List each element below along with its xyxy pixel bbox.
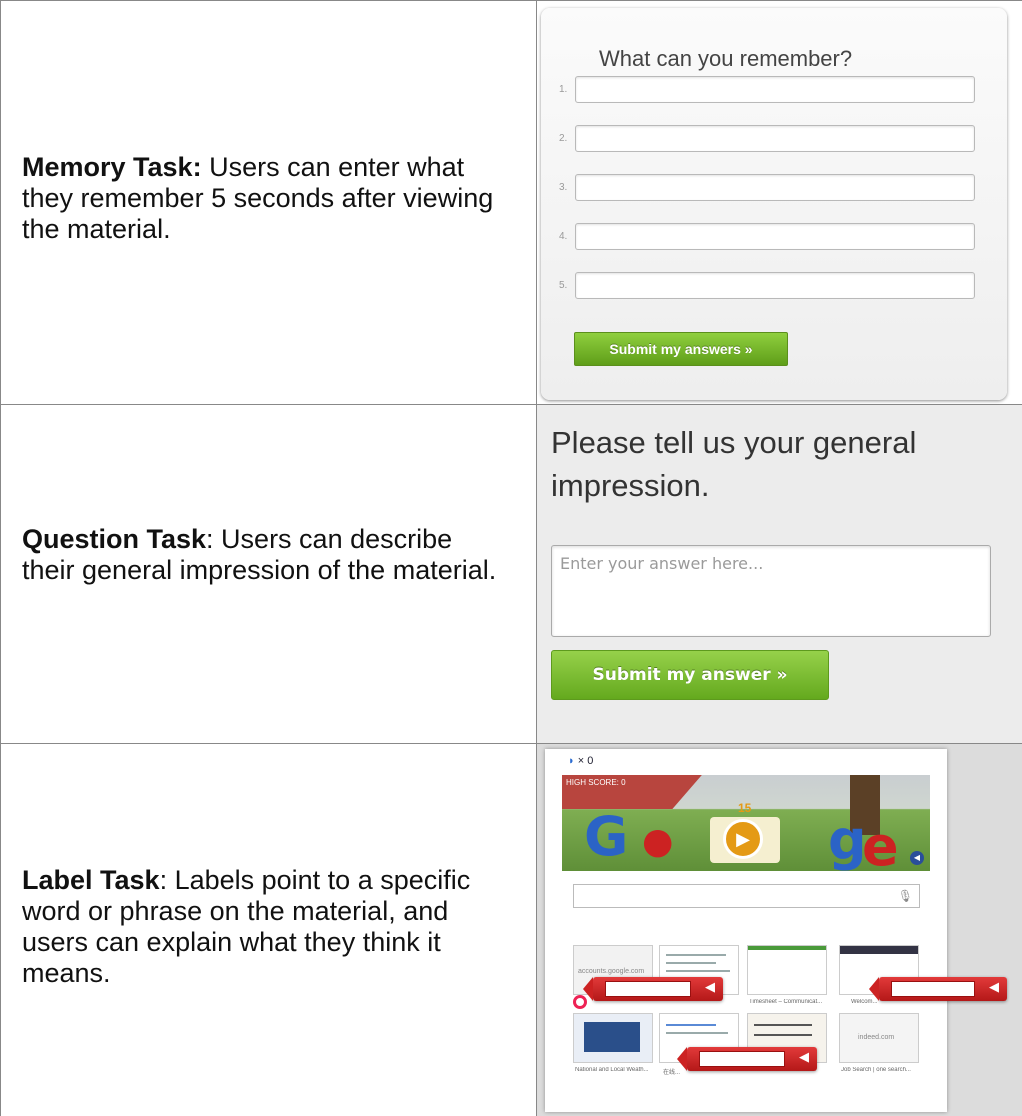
label-callout[interactable]: ◀ xyxy=(677,1047,817,1071)
speaker-icon[interactable]: ◀ xyxy=(910,851,924,865)
impression-answer-textarea[interactable] xyxy=(551,545,991,637)
lives-count: × 0 xyxy=(577,755,594,767)
memory-answer-input-2[interactable] xyxy=(575,125,975,152)
question-task-panel: Please tell us your general impression. … xyxy=(537,405,1022,743)
pacman-icon: ◗ xyxy=(568,755,575,767)
memory-answer-input-3[interactable] xyxy=(575,174,975,201)
doodle-letter-g-icon: G xyxy=(584,805,629,868)
thumbnail-caption: Timesheet – Communicat... xyxy=(749,999,823,1005)
doodle-letter-o-icon: ● xyxy=(642,821,674,862)
microphone-icon[interactable]: 🎙 xyxy=(898,889,913,903)
submit-answers-button[interactable]: Submit my answers » xyxy=(574,332,788,366)
thumbnail-tile[interactable] xyxy=(573,1013,653,1063)
thumbnail-caption: Job Search | one search... xyxy=(841,1067,911,1073)
answer-number: 3. xyxy=(559,182,568,193)
arrow-left-icon: ◀ xyxy=(705,979,715,994)
submit-answer-button[interactable]: Submit my answer » xyxy=(551,650,829,700)
google-doodle: HIGH SCORE: 0 G ● 15 ▶ g e ◀ xyxy=(562,775,930,871)
memory-answer-input-1[interactable] xyxy=(575,76,975,103)
thumbnail-text-line xyxy=(754,1024,812,1026)
thumbnail-text-line xyxy=(666,1024,716,1026)
doodle-letter-e-icon: e xyxy=(862,815,899,871)
play-icon[interactable]: ▶ xyxy=(723,819,763,859)
thumbnail-text-line xyxy=(666,962,716,964)
cake-number: 15 xyxy=(738,801,752,815)
row-divider xyxy=(0,0,1022,1)
thumbnail-domain: accounts.google.com xyxy=(578,968,645,975)
material-screenshot: ◗ × 0 HIGH SCORE: 0 G ● 15 ▶ g e ◀ 🎙 acc… xyxy=(545,749,1007,1112)
question-task-title: Question Task xyxy=(22,524,207,554)
label-callout[interactable]: ◀ xyxy=(583,977,723,1001)
label-callout[interactable]: ◀ xyxy=(869,977,1007,1001)
memory-answer-input-4[interactable] xyxy=(575,223,975,250)
memory-heading: What can you remember? xyxy=(599,46,853,71)
question-task-description: Question Task: Users can describe their … xyxy=(22,524,512,586)
thumbnail-tile[interactable] xyxy=(747,945,827,995)
memory-task-description: Memory Task: Users can enter what they r… xyxy=(22,152,512,245)
high-score: HIGH SCORE: 0 xyxy=(566,778,626,787)
search-box[interactable]: 🎙 xyxy=(573,884,920,908)
memory-task-panel: What can you remember? 1. 2. 3. 4. 5. Su… xyxy=(541,8,1007,400)
label-task-title: Label Task xyxy=(22,865,160,895)
thumbnail-domain: indeed.com xyxy=(858,1034,895,1041)
answer-number: 4. xyxy=(559,231,568,242)
thumbnail-caption: National and Local Weath... xyxy=(575,1067,649,1073)
thumbnail-text-line xyxy=(666,1032,728,1034)
thumbnail-header-bar xyxy=(748,946,826,950)
table-border-left xyxy=(0,0,1,1116)
answer-number: 5. xyxy=(559,280,568,291)
thumbnail-text-line xyxy=(666,954,726,956)
thumbnail-image xyxy=(584,1022,640,1052)
thumbnail-text-line xyxy=(666,970,730,972)
label-answer-field[interactable] xyxy=(605,981,691,997)
thumbnail-header-bar xyxy=(840,946,918,954)
answer-number: 2. xyxy=(559,133,568,144)
lives-counter: ◗ × 0 xyxy=(568,755,593,767)
label-target-marker xyxy=(573,995,587,1009)
question-heading: Please tell us your general impression. xyxy=(551,425,917,503)
thumbnail-tile[interactable]: indeed.com xyxy=(839,1013,919,1063)
label-task-description: Label Task: Labels point to a specific w… xyxy=(22,865,512,989)
memory-answer-input-5[interactable] xyxy=(575,272,975,299)
label-answer-field[interactable] xyxy=(891,981,975,997)
doodle-letter-g2-icon: g xyxy=(828,809,867,871)
label-answer-field[interactable] xyxy=(699,1051,785,1067)
arrow-left-icon: ◀ xyxy=(799,1049,809,1064)
memory-task-title: Memory Task: xyxy=(22,152,202,182)
answer-number: 1. xyxy=(559,84,568,95)
thumbnail-text-line xyxy=(754,1034,812,1036)
arrow-left-icon: ◀ xyxy=(989,979,999,994)
